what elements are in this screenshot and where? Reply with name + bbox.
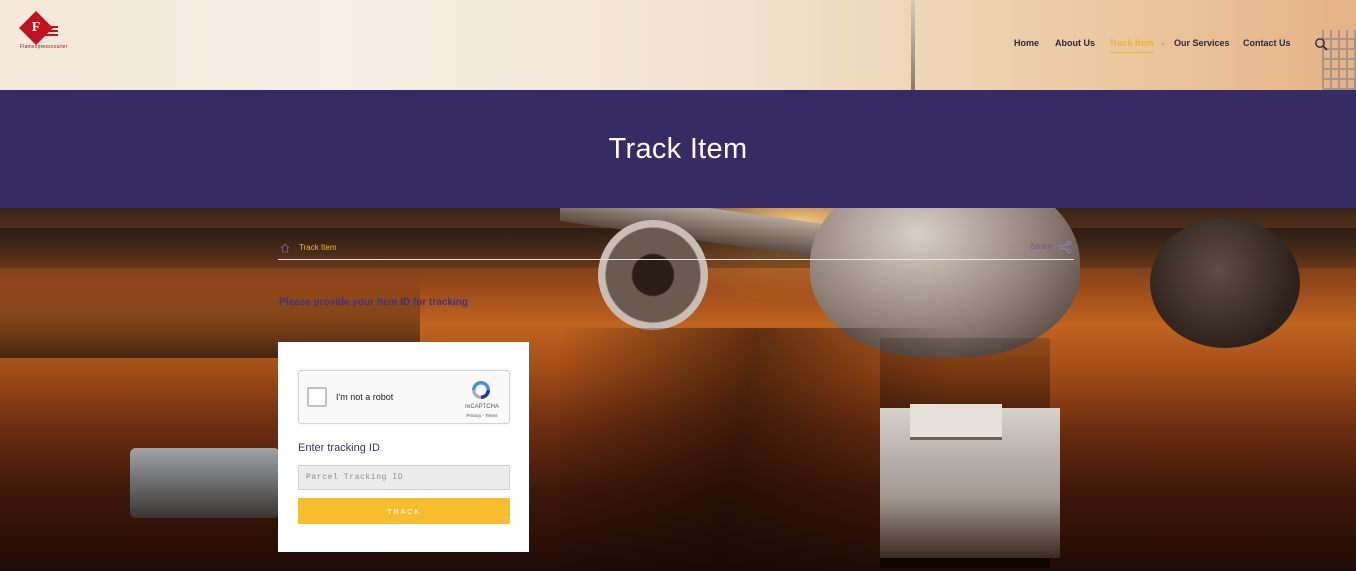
site-header: F Flamexpresscourier Home About Us Track… bbox=[0, 0, 1356, 90]
recaptcha-widget: I'm not a robot reCAPTCHA Privacy - Term… bbox=[298, 370, 510, 424]
breadcrumb: Track Item Share bbox=[278, 240, 1074, 260]
recaptcha-privacy-terms[interactable]: Privacy - Terms bbox=[459, 413, 505, 418]
recaptcha-checkbox[interactable] bbox=[307, 387, 327, 407]
breadcrumb-current: Track Item bbox=[299, 243, 337, 252]
nav-our-services[interactable]: Our Services bbox=[1174, 38, 1230, 48]
nav-contact-us[interactable]: Contact Us bbox=[1243, 38, 1291, 48]
nav-home[interactable]: Home bbox=[1014, 38, 1039, 48]
share-label[interactable]: Share bbox=[1031, 242, 1052, 251]
search-icon[interactable] bbox=[1314, 37, 1328, 51]
chevron-down-icon: ⌄ bbox=[1160, 40, 1166, 47]
tracking-id-input[interactable] bbox=[298, 465, 510, 490]
recaptcha-logo-icon bbox=[472, 381, 490, 399]
share-icon[interactable] bbox=[1058, 240, 1072, 254]
home-icon[interactable] bbox=[280, 243, 290, 253]
site-logo[interactable]: F Flamexpresscourier bbox=[19, 11, 67, 54]
recaptcha-brand: reCAPTCHA bbox=[464, 404, 499, 410]
track-button[interactable]: TRACK bbox=[298, 498, 510, 524]
background-mast bbox=[911, 0, 915, 90]
nav-track-item[interactable]: Track Item bbox=[1109, 38, 1154, 53]
page-title-band: Track Item bbox=[0, 90, 1356, 208]
tracking-form: I'm not a robot reCAPTCHA Privacy - Term… bbox=[278, 342, 529, 552]
tracking-id-label: Enter tracking ID bbox=[298, 442, 380, 454]
nav-about-us[interactable]: About Us bbox=[1055, 38, 1095, 48]
logo-brand-text: Flamexpresscourier bbox=[20, 44, 68, 50]
page-title: Track Item bbox=[608, 132, 748, 165]
breadcrumb-divider bbox=[278, 259, 1074, 260]
hero-airport-image bbox=[0, 208, 1356, 571]
tracking-prompt: Please provide your Item ID for tracking bbox=[279, 297, 468, 308]
recaptcha-label: I'm not a robot bbox=[336, 392, 394, 402]
